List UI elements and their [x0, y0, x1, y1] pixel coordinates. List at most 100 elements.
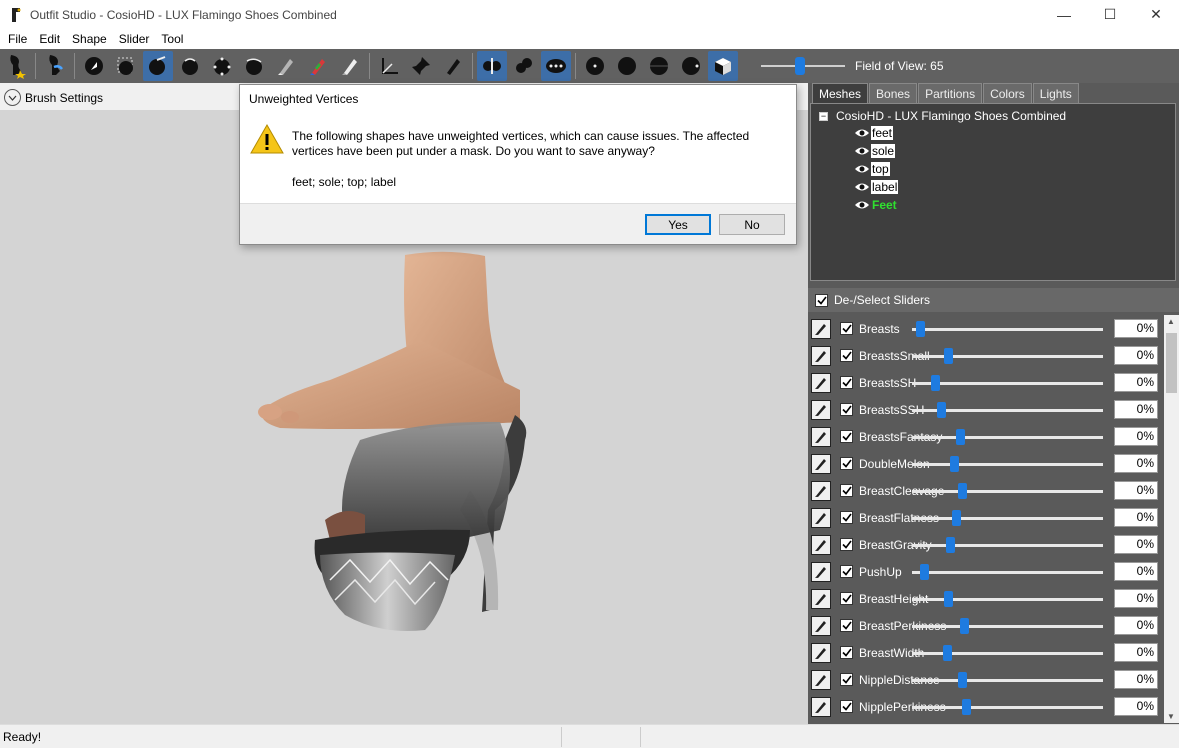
slider-track[interactable]: [912, 706, 1103, 709]
edit-tool-button[interactable]: [438, 51, 468, 81]
edit-slider-pencil-icon[interactable]: [811, 669, 831, 690]
slider-thumb[interactable]: [944, 348, 954, 364]
axis-tool-button[interactable]: [374, 51, 404, 81]
eye-icon[interactable]: [853, 127, 871, 139]
eye-icon[interactable]: [853, 145, 871, 157]
slider-track[interactable]: [912, 625, 1103, 628]
slider-thumb[interactable]: [919, 564, 929, 580]
slider-checkbox[interactable]: [840, 511, 853, 524]
edit-slider-pencil-icon[interactable]: [811, 399, 831, 420]
edit-slider-pencil-icon[interactable]: [811, 615, 831, 636]
scroll-thumb[interactable]: [1166, 333, 1177, 393]
show-smooth-button[interactable]: [676, 51, 706, 81]
slider-thumb[interactable]: [942, 645, 952, 661]
slider-value[interactable]: 0%: [1114, 562, 1158, 581]
slider-checkbox[interactable]: [840, 619, 853, 632]
menu-shape[interactable]: Shape: [66, 32, 113, 46]
edit-slider-pencil-icon[interactable]: [811, 453, 831, 474]
slider-value[interactable]: 0%: [1114, 670, 1158, 689]
slider-thumb[interactable]: [959, 618, 969, 634]
slider-value[interactable]: 0%: [1114, 400, 1158, 419]
menu-file[interactable]: File: [2, 32, 33, 46]
slider-value[interactable]: 0%: [1114, 643, 1158, 662]
edit-slider-pencil-icon[interactable]: [811, 318, 831, 339]
slider-checkbox[interactable]: [840, 484, 853, 497]
slider-checkbox[interactable]: [840, 376, 853, 389]
scroll-down-icon[interactable]: ▼: [1167, 712, 1175, 721]
tab-colors[interactable]: Colors: [983, 83, 1032, 103]
tab-lights[interactable]: Lights: [1032, 83, 1079, 103]
slider-track[interactable]: [912, 382, 1103, 385]
mesh-tree-root[interactable]: − CosioHD - LUX Flamingo Shoes Combined: [819, 109, 1066, 123]
edit-slider-pencil-icon[interactable]: [811, 426, 831, 447]
edit-slider-pencil-icon[interactable]: [811, 507, 831, 528]
slider-track[interactable]: [912, 598, 1103, 601]
transform-tool-button[interactable]: [111, 51, 141, 81]
edit-slider-pencil-icon[interactable]: [811, 372, 831, 393]
yes-button[interactable]: Yes: [645, 214, 711, 235]
show-solid-button[interactable]: [612, 51, 642, 81]
slider-checkbox[interactable]: [840, 430, 853, 443]
edit-slider-pencil-icon[interactable]: [811, 534, 831, 555]
new-project-button[interactable]: [1, 51, 31, 81]
menu-edit[interactable]: Edit: [33, 32, 66, 46]
field-of-view-slider[interactable]: [761, 56, 845, 76]
edit-slider-pencil-icon[interactable]: [811, 642, 831, 663]
mirror-x-button[interactable]: [477, 51, 507, 81]
minimize-button[interactable]: —: [1041, 0, 1087, 29]
slider-track[interactable]: [912, 463, 1103, 466]
slider-value[interactable]: 0%: [1114, 616, 1158, 635]
slider-value[interactable]: 0%: [1114, 454, 1158, 473]
slider-thumb[interactable]: [950, 456, 960, 472]
collapse-icon[interactable]: −: [819, 111, 828, 121]
slider-value[interactable]: 0%: [1114, 589, 1158, 608]
slider-track[interactable]: [912, 571, 1103, 574]
edit-slider-pencil-icon[interactable]: [811, 588, 831, 609]
slider-track[interactable]: [912, 490, 1103, 493]
mask-brush-button[interactable]: [143, 51, 173, 81]
slider-thumb[interactable]: [952, 510, 962, 526]
slider-checkbox[interactable]: [840, 349, 853, 362]
weight-brush-button[interactable]: [271, 51, 301, 81]
slider-track[interactable]: [912, 436, 1103, 439]
menu-slider[interactable]: Slider: [113, 32, 156, 46]
mesh-tree[interactable]: − CosioHD - LUX Flamingo Shoes Combined …: [810, 103, 1176, 281]
slider-value[interactable]: 0%: [1114, 427, 1158, 446]
eye-icon[interactable]: [853, 199, 871, 211]
slider-checkbox[interactable]: [840, 403, 853, 416]
slider-value[interactable]: 0%: [1114, 535, 1158, 554]
load-outfit-button[interactable]: [40, 51, 70, 81]
mesh-item-sole[interactable]: sole: [853, 144, 896, 158]
slider-track[interactable]: [912, 544, 1103, 547]
pin-tool-button[interactable]: [406, 51, 436, 81]
slider-value[interactable]: 0%: [1114, 373, 1158, 392]
show-texture-button[interactable]: [708, 51, 738, 81]
mesh-item-feet-active[interactable]: Feet: [853, 198, 898, 212]
eye-icon[interactable]: [853, 181, 871, 193]
edit-slider-pencil-icon[interactable]: [811, 696, 831, 717]
fov-thumb[interactable]: [795, 57, 805, 75]
chevron-down-icon[interactable]: [4, 89, 21, 106]
slider-value[interactable]: 0%: [1114, 319, 1158, 338]
select-all-sliders-checkbox[interactable]: [815, 293, 828, 307]
slider-value[interactable]: 0%: [1114, 697, 1158, 716]
mirror-y-button[interactable]: [509, 51, 539, 81]
slider-thumb[interactable]: [946, 537, 956, 553]
slider-thumb[interactable]: [961, 699, 971, 715]
tab-bones[interactable]: Bones: [869, 83, 918, 103]
color-brush-button[interactable]: [303, 51, 333, 81]
slider-track[interactable]: [912, 355, 1103, 358]
close-button[interactable]: ✕: [1133, 0, 1179, 29]
alpha-brush-button[interactable]: [335, 51, 365, 81]
edit-slider-pencil-icon[interactable]: [811, 480, 831, 501]
move-brush-button[interactable]: [207, 51, 237, 81]
slider-thumb[interactable]: [931, 375, 941, 391]
slider-track[interactable]: [912, 517, 1103, 520]
mirror-z-button[interactable]: [541, 51, 571, 81]
slider-thumb[interactable]: [957, 672, 967, 688]
slider-checkbox[interactable]: [840, 646, 853, 659]
slider-checkbox[interactable]: [840, 592, 853, 605]
slider-checkbox[interactable]: [840, 700, 853, 713]
slider-checkbox[interactable]: [840, 565, 853, 578]
mesh-item-label[interactable]: label: [853, 180, 899, 194]
